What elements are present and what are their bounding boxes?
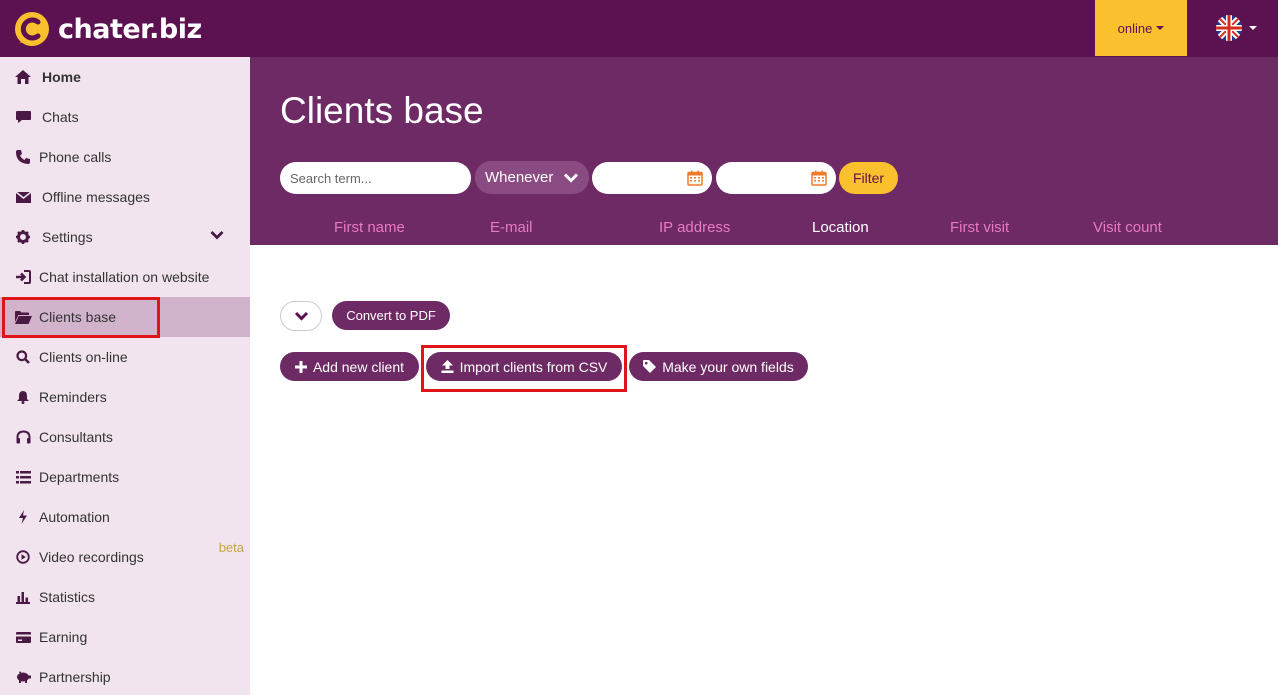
sidebar: Home Chats Phone calls Offline messages … bbox=[0, 57, 250, 695]
caret-down-icon bbox=[1249, 26, 1257, 30]
brand-name: chater.biz bbox=[58, 13, 202, 45]
period-select[interactable]: Whenever bbox=[475, 161, 589, 194]
sidebar-item-earning[interactable]: Earning bbox=[0, 617, 250, 657]
plus-icon bbox=[294, 360, 307, 373]
sidebar-item-label: Consultants bbox=[39, 429, 113, 445]
sidebar-item-label: Offline messages bbox=[42, 189, 150, 205]
column-header-ip-address[interactable]: IP address bbox=[659, 219, 730, 236]
sidebar-item-automation[interactable]: Automation bbox=[0, 497, 250, 537]
list-icon bbox=[14, 469, 32, 485]
sidebar-item-label: Video recordings bbox=[39, 549, 144, 565]
sidebar-item-clients-base[interactable]: Clients base bbox=[0, 297, 250, 337]
sidebar-item-home[interactable]: Home bbox=[0, 57, 250, 97]
chater-logo-icon bbox=[15, 12, 49, 46]
sidebar-item-reminders[interactable]: Reminders bbox=[0, 377, 250, 417]
sidebar-item-label: Automation bbox=[39, 509, 110, 525]
chevron-down-icon bbox=[294, 311, 308, 321]
status-label: online bbox=[1117, 20, 1153, 36]
language-selector[interactable] bbox=[1215, 14, 1257, 42]
piggy-bank-icon bbox=[14, 669, 32, 685]
sidebar-item-phone-calls[interactable]: Phone calls bbox=[0, 137, 250, 177]
upload-icon bbox=[441, 360, 454, 373]
chevron-down-icon bbox=[564, 173, 579, 183]
chat-icon bbox=[14, 109, 32, 125]
column-header-visit-count[interactable]: Visit count bbox=[1093, 219, 1162, 236]
page-title: Clients base bbox=[280, 90, 484, 131]
sidebar-item-settings[interactable]: Settings bbox=[0, 217, 250, 257]
date-from-input[interactable] bbox=[592, 162, 712, 194]
headphones-icon bbox=[14, 429, 32, 445]
calendar-icon[interactable] bbox=[687, 170, 703, 186]
phone-icon bbox=[14, 149, 32, 165]
date-to-input[interactable] bbox=[716, 162, 836, 194]
sidebar-item-label: Departments bbox=[39, 469, 120, 485]
sidebar-item-label: Chat installation on website bbox=[39, 269, 210, 285]
beta-badge: beta bbox=[218, 540, 244, 555]
calendar-icon[interactable] bbox=[811, 170, 827, 186]
top-bar: chater.biz online bbox=[0, 0, 1278, 57]
column-header-first-name[interactable]: First name bbox=[334, 219, 405, 236]
bar-chart-icon bbox=[14, 589, 32, 605]
sidebar-item-departments[interactable]: Departments bbox=[0, 457, 250, 497]
sidebar-item-label: Settings bbox=[42, 229, 93, 245]
import-clients-csv-button[interactable]: Import clients from CSV bbox=[426, 352, 622, 381]
convert-to-pdf-label: Convert to PDF bbox=[346, 308, 436, 323]
column-header-email[interactable]: E-mail bbox=[490, 219, 533, 236]
tag-icon bbox=[643, 360, 657, 373]
filter-button[interactable]: Filter bbox=[839, 162, 898, 194]
sidebar-item-video-recordings[interactable]: Video recordings beta bbox=[0, 537, 250, 577]
search-input[interactable] bbox=[280, 162, 471, 194]
convert-to-pdf-button[interactable]: Convert to PDF bbox=[332, 301, 450, 330]
sidebar-item-chats[interactable]: Chats bbox=[0, 97, 250, 137]
folder-open-icon bbox=[14, 309, 32, 325]
sidebar-item-label: Home bbox=[42, 69, 81, 85]
home-icon bbox=[14, 69, 32, 85]
sidebar-item-label: Earning bbox=[39, 629, 88, 645]
sign-in-icon bbox=[14, 269, 32, 285]
credit-card-icon bbox=[14, 629, 32, 645]
bell-icon bbox=[14, 389, 32, 405]
uk-flag-icon bbox=[1216, 15, 1242, 41]
column-header-location[interactable]: Location bbox=[812, 219, 869, 236]
sidebar-item-label: Reminders bbox=[39, 389, 107, 405]
make-own-fields-label: Make your own fields bbox=[662, 358, 794, 375]
sidebar-item-offline-messages[interactable]: Offline messages bbox=[0, 177, 250, 217]
main-header: Clients base Whenever Filter First name … bbox=[250, 57, 1278, 245]
envelope-icon bbox=[14, 189, 32, 205]
sidebar-item-partnership[interactable]: Partnership bbox=[0, 657, 250, 695]
sidebar-item-label: Phone calls bbox=[39, 149, 112, 165]
status-dropdown[interactable]: online bbox=[1095, 0, 1187, 56]
sidebar-item-clients-online[interactable]: Clients on-line bbox=[0, 337, 250, 377]
logo[interactable]: chater.biz bbox=[14, 10, 202, 48]
play-circle-icon bbox=[14, 549, 32, 565]
expand-button[interactable] bbox=[280, 301, 322, 331]
period-select-label: Whenever bbox=[485, 169, 554, 186]
add-new-client-label: Add new client bbox=[312, 358, 405, 375]
column-header-first-visit[interactable]: First visit bbox=[950, 219, 1009, 236]
gear-icon bbox=[14, 229, 32, 245]
add-new-client-button[interactable]: Add new client bbox=[280, 352, 419, 381]
import-clients-csv-label: Import clients from CSV bbox=[459, 358, 608, 375]
sidebar-item-label: Clients on-line bbox=[39, 349, 128, 365]
sidebar-item-statistics[interactable]: Statistics bbox=[0, 577, 250, 617]
sidebar-item-chat-installation[interactable]: Chat installation on website bbox=[0, 257, 250, 297]
bolt-icon bbox=[14, 509, 32, 525]
sidebar-item-label: Statistics bbox=[39, 589, 96, 605]
sidebar-item-label: Chats bbox=[42, 109, 79, 125]
make-own-fields-button[interactable]: Make your own fields bbox=[629, 352, 808, 381]
sidebar-item-label: Partnership bbox=[39, 669, 111, 685]
chevron-down-icon[interactable] bbox=[210, 230, 224, 240]
caret-down-icon bbox=[1156, 26, 1165, 30]
sidebar-item-label: Clients base bbox=[39, 309, 117, 325]
sidebar-item-consultants[interactable]: Consultants bbox=[0, 417, 250, 457]
search-icon bbox=[14, 349, 32, 365]
